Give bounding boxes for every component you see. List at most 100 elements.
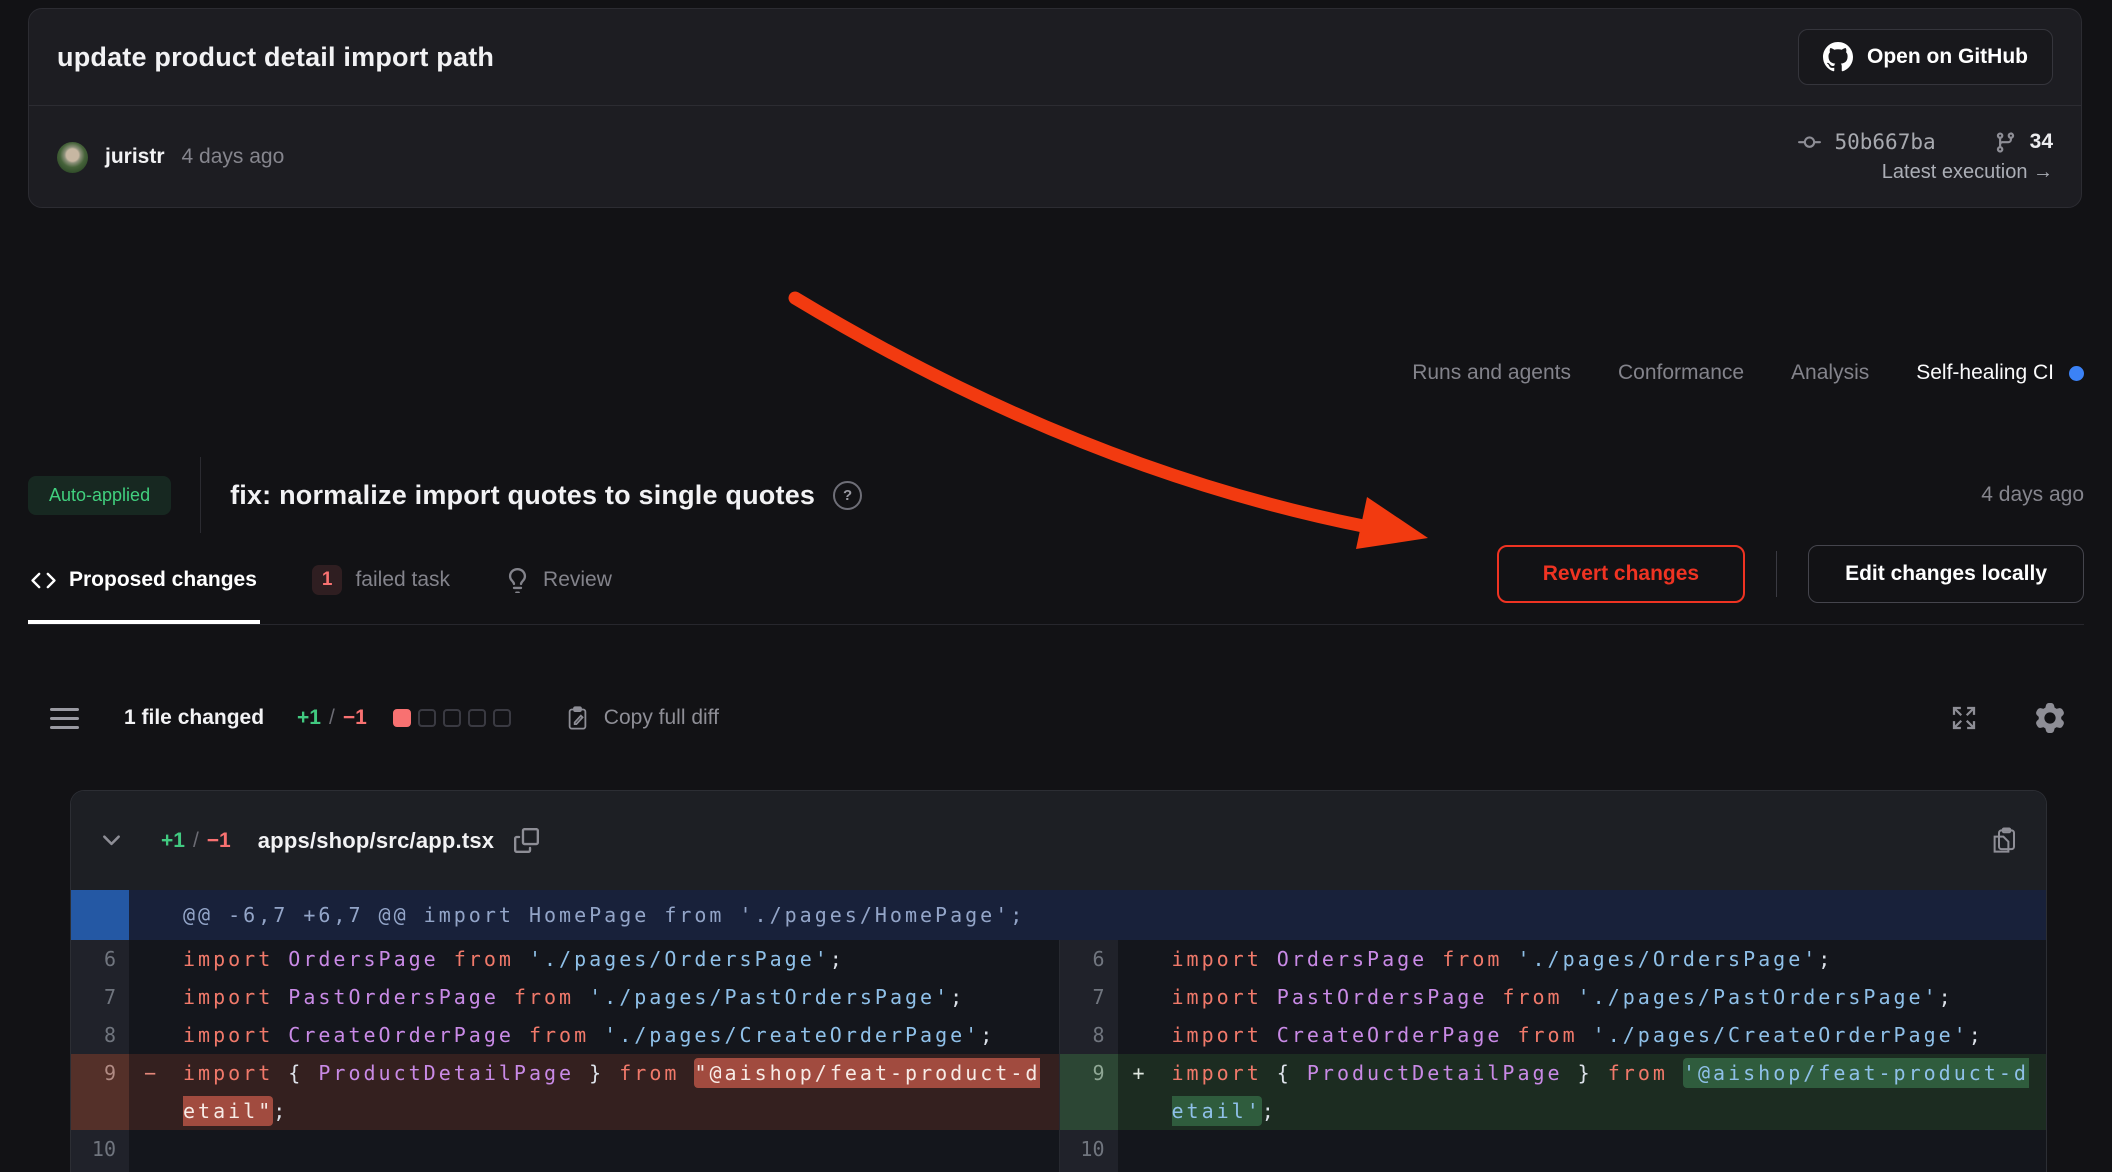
commit-time: 4 days ago (182, 145, 285, 169)
file-header: +1 / −1 apps/shop/src/app.tsx (71, 791, 2046, 890)
code-text: import CreateOrderPage from './pages/Cre… (1160, 1016, 2047, 1054)
line-number: 7 (1060, 978, 1118, 1016)
branch-runs-group[interactable]: 34 (1994, 130, 2053, 154)
copy-full-diff-button[interactable]: Copy full diff (564, 705, 719, 732)
deletions-count: −1 (343, 706, 367, 730)
file-stats: +1 / −1 (161, 829, 231, 853)
diff-line-new-7: 7 import PastOrdersPage from './pages/Pas… (1060, 978, 2047, 1016)
nav-item-runs-and-agents[interactable]: Runs and agents (1412, 361, 1571, 385)
diff-line-new-9: 9+import { ProductDetailPage } from '@ai… (1060, 1054, 2047, 1130)
nav-item-label: Runs and agents (1412, 361, 1571, 385)
chevron-down-icon[interactable] (98, 827, 125, 854)
lightbulb-icon (505, 568, 530, 593)
tab-proposed-changes[interactable]: Proposed changes (28, 540, 260, 624)
fix-title: fix: normalize import quotes to single q… (230, 480, 815, 511)
hunk-header: @@ -6,7 +6,7 @@ import HomePage from './… (71, 890, 2046, 940)
top-nav: Runs and agents Conformance Analysis Self-h… (1412, 350, 2084, 396)
gear-icon[interactable] (2035, 703, 2065, 733)
diff-sign (1118, 940, 1160, 978)
diff-pane-new: 6 import OrdersPage from './pages/OrdersP… (1059, 940, 2047, 1172)
code-text: import CreateOrderPage from './pages/Cre… (171, 1016, 1059, 1054)
button-divider (1776, 551, 1777, 597)
diff-line-new-6: 6 import OrdersPage from './pages/OrdersP… (1060, 940, 2047, 978)
line-number: 10 (71, 1130, 129, 1168)
active-indicator-dot (2069, 366, 2084, 381)
diff-line-old-10: 10 (71, 1130, 1059, 1168)
line-number: 6 (1060, 940, 1118, 978)
diff-blocks-indicator (393, 709, 511, 727)
edit-changes-locally-button[interactable]: Edit changes locally (1808, 545, 2084, 603)
diff-sign (129, 940, 171, 978)
diff-sign (1118, 1130, 1160, 1168)
code-text: import OrdersPage from './pages/OrdersPa… (1160, 940, 2047, 978)
expand-icon[interactable] (1949, 703, 1979, 733)
latest-execution-link[interactable]: Latest execution → (1882, 161, 2053, 184)
file-additions: +1 (161, 829, 185, 853)
code-text (1160, 1130, 2047, 1168)
avatar (57, 142, 88, 173)
nav-item-analysis[interactable]: Analysis (1791, 361, 1869, 385)
help-icon[interactable]: ? (833, 481, 862, 510)
open-on-github-button[interactable]: Open on GitHub (1798, 29, 2053, 85)
tab-failed-task-label: failed task (355, 568, 450, 592)
fix-header-row: Auto-applied fix: normalize import quote… (28, 456, 2084, 534)
additions-count: +1 (297, 706, 321, 730)
nav-item-label: Self-healing CI (1916, 361, 2054, 385)
git-branch-icon (1994, 131, 2017, 154)
hunk-header-text: @@ -6,7 +6,7 @@ import HomePage from './… (129, 890, 1025, 940)
vertical-divider (200, 457, 201, 533)
page-title: update product detail import path (57, 42, 494, 73)
diff-block-empty (468, 709, 486, 727)
split-diff: 6import OrdersPage from './pages/OrdersP… (71, 940, 2046, 1172)
menu-icon[interactable] (50, 708, 79, 729)
diff-sign (129, 1016, 171, 1054)
open-on-github-label: Open on GitHub (1867, 45, 2028, 69)
copy-file-diff-icon[interactable] (1989, 826, 2019, 856)
commit-author: juristr (105, 145, 165, 169)
line-number: 9 (71, 1054, 129, 1130)
file-stats-separator: / (193, 829, 199, 853)
tab-failed-task[interactable]: 1 failed task (309, 540, 453, 624)
tab-review[interactable]: Review (502, 540, 615, 624)
file-path: apps/shop/src/app.tsx (258, 828, 495, 854)
code-text: import OrdersPage from './pages/OrdersPa… (171, 940, 1059, 978)
code-text: import PastOrdersPage from './pages/Past… (1160, 978, 2047, 1016)
clipboard-icon (564, 705, 591, 732)
failed-task-count-badge: 1 (312, 565, 343, 595)
nav-item-label: Analysis (1791, 361, 1869, 385)
diff-block-empty (493, 709, 511, 727)
github-icon (1823, 42, 1853, 72)
diff-sign (1118, 978, 1160, 1016)
diff-sign: − (129, 1054, 171, 1130)
files-changed-label: 1 file changed (124, 706, 264, 730)
diff-stats: +1 / −1 (297, 706, 367, 730)
diff-sign (1118, 1016, 1160, 1054)
nav-item-conformance[interactable]: Conformance (1618, 361, 1744, 385)
fix-tabs-bar: Proposed changes 1 failed task Review Re… (28, 540, 2084, 625)
nav-item-label: Conformance (1618, 361, 1744, 385)
copy-path-icon[interactable] (494, 828, 539, 853)
code-text: import { ProductDetailPage } from '@aish… (1160, 1054, 2047, 1130)
file-deletions: −1 (207, 829, 231, 853)
tab-review-label: Review (543, 568, 612, 592)
tab-proposed-changes-label: Proposed changes (69, 568, 257, 592)
nav-item-self-healing-ci[interactable]: Self-healing CI (1916, 361, 2084, 385)
line-number: 9 (1060, 1054, 1118, 1130)
diff-card: +1 / −1 apps/shop/src/app.tsx @@ -6,7 +6… (70, 790, 2047, 1172)
diff-line-new-8: 8import CreateOrderPage from './pages/Cr… (1060, 1016, 2047, 1054)
code-text: import PastOrdersPage from './pages/Past… (171, 978, 1059, 1016)
revert-changes-button[interactable]: Revert changes (1497, 545, 1745, 603)
line-number: 7 (71, 978, 129, 1016)
commit-meta-right: 50b667ba 34 Latest execution → (1798, 130, 2053, 184)
fix-actions: Revert changes Edit changes locally (1497, 540, 2084, 624)
diff-block-empty (443, 709, 461, 727)
commit-title-row: update product detail import path Open o… (29, 9, 2081, 106)
diff-sign (129, 978, 171, 1016)
run-count: 34 (2030, 130, 2053, 154)
diff-line-old-7: 7 import PastOrdersPage from './pages/Pas… (71, 978, 1059, 1016)
commit-hash-group[interactable]: 50b667ba (1798, 130, 1935, 154)
diff-pane-old: 6import OrdersPage from './pages/OrdersP… (71, 940, 1059, 1172)
diff-line-old-6: 6import OrdersPage from './pages/OrdersP… (71, 940, 1059, 978)
commit-meta-row: juristr 4 days ago 50b667ba 34 Latest ex… (29, 106, 2081, 208)
diff-line-old-9: 9−import { ProductDetailPage } from "@ai… (71, 1054, 1059, 1130)
